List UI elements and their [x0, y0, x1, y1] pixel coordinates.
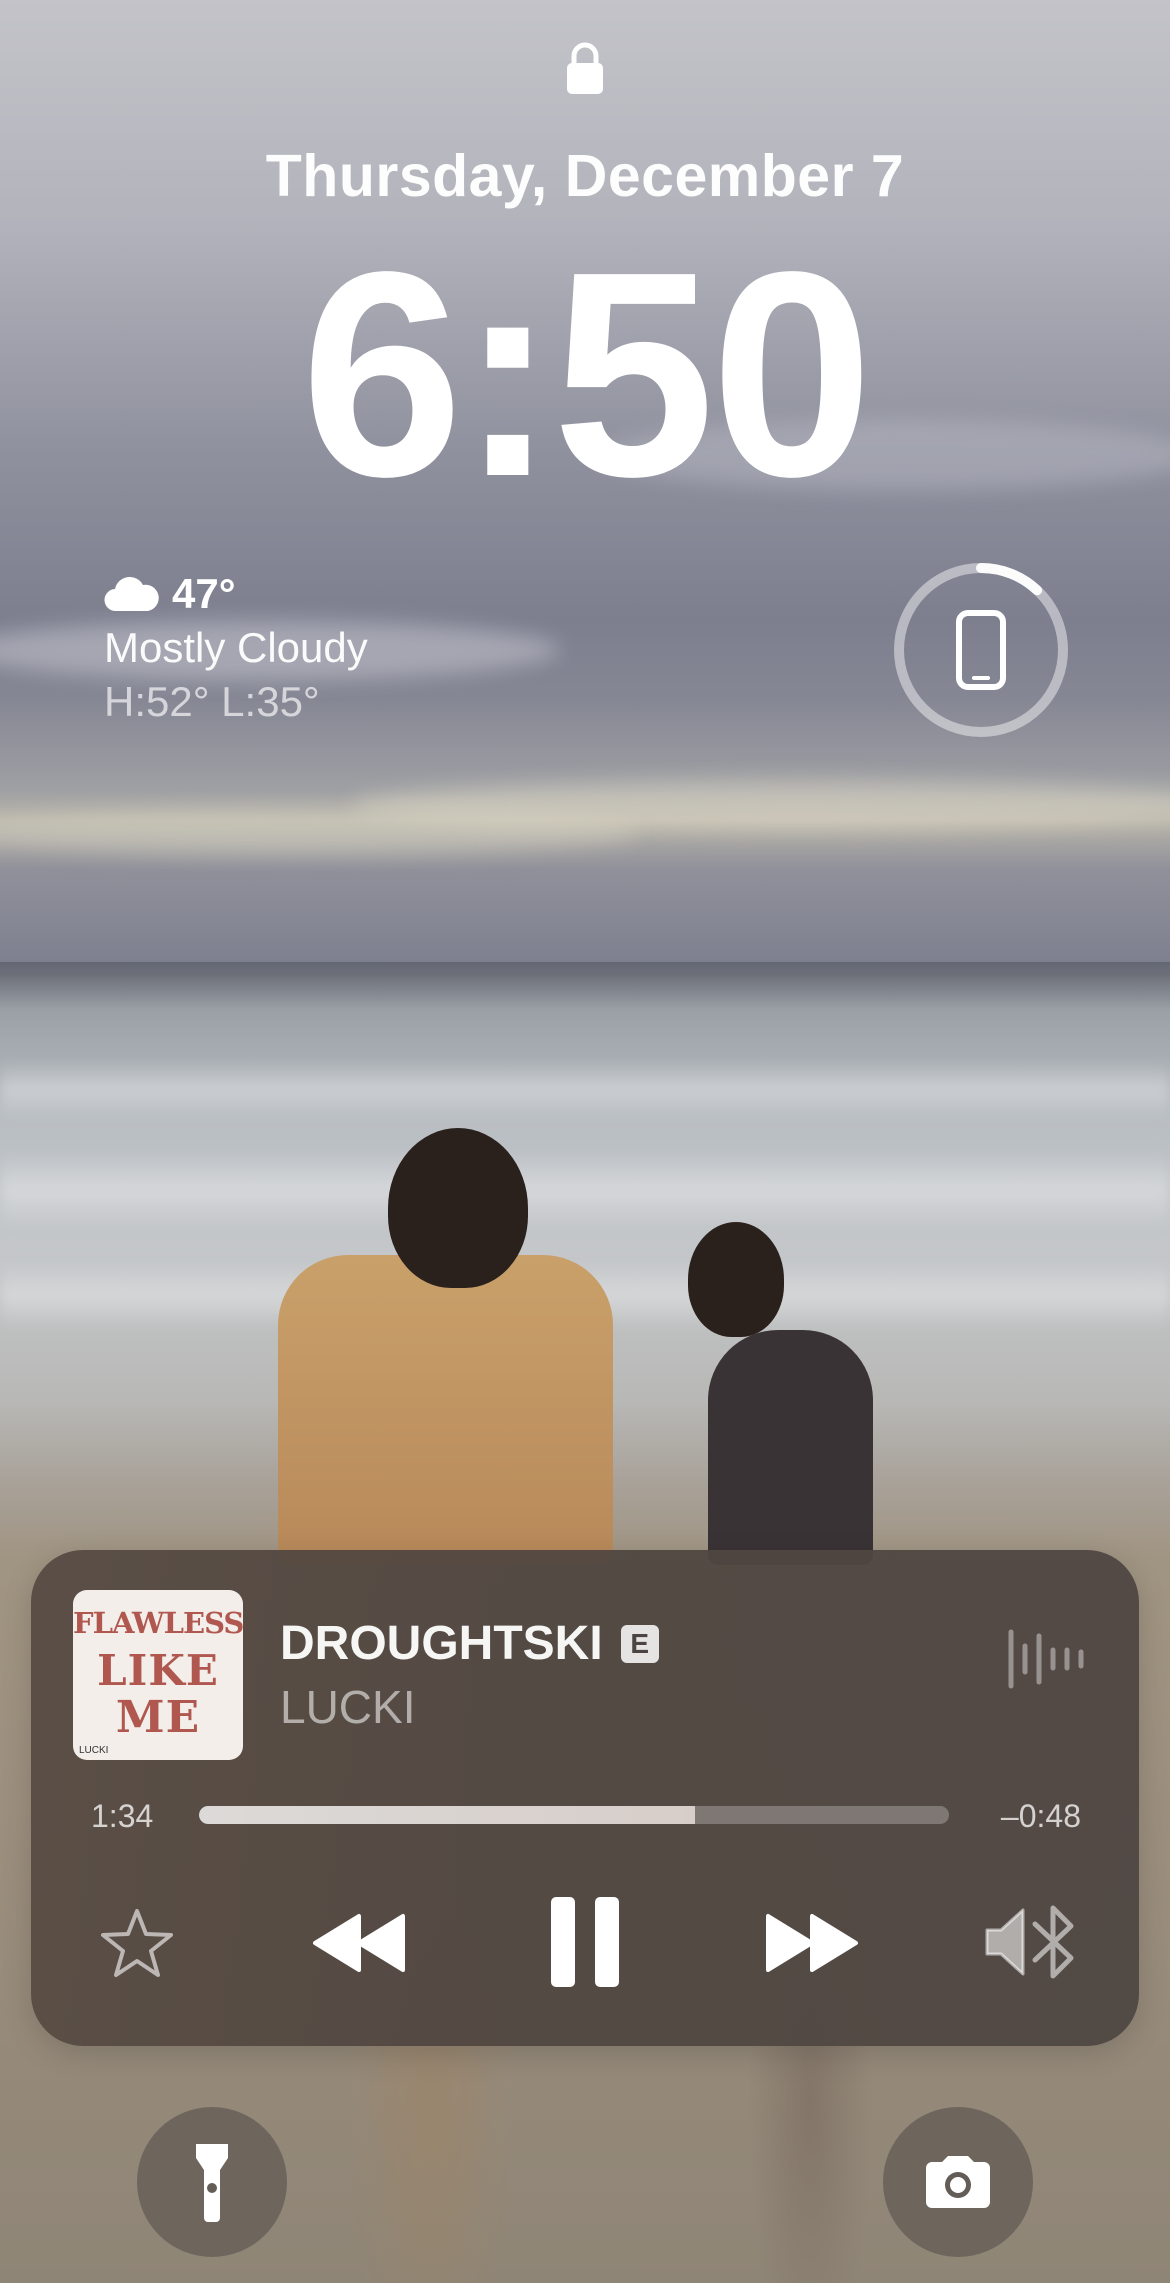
elapsed-time: 1:34: [91, 1798, 154, 1834]
track-artist: LUCKI: [280, 1681, 416, 1733]
lock-icon: [567, 42, 603, 94]
album-art-line1: FLAWLESS: [73, 1606, 243, 1640]
progress-fill: [199, 1806, 696, 1824]
lockscreen-time: 6:50: [300, 211, 873, 537]
album-art-line3: ME: [115, 1692, 201, 1743]
speaker-bluetooth-icon[interactable]: [983, 1902, 1083, 1982]
weather-widget[interactable]: 47° Mostly Cloudy H:52° L:35°: [104, 568, 368, 726]
weather-condition: Mostly Cloudy: [104, 624, 368, 671]
explicit-badge: E: [620, 1624, 659, 1663]
remaining-time: –0:48: [1000, 1798, 1081, 1834]
album-art-line2: LIKE: [97, 1646, 219, 1695]
camera-icon: [926, 2156, 990, 2208]
track-title: DROUGHTSKI: [280, 1617, 603, 1670]
weather-high-low: H:52° L:35°: [104, 678, 320, 725]
waveform-icon[interactable]: [1003, 1624, 1093, 1694]
now-playing-widget: FLAWLESS LIKE ME LUCKI DROUGHTSKI E LUCK…: [31, 1550, 1139, 2046]
track-title-row: DROUGHTSKI E: [280, 1616, 659, 1671]
person-right-body: [708, 1330, 873, 1565]
album-art[interactable]: FLAWLESS LIKE ME LUCKI: [73, 1590, 243, 1760]
cloud-streak: [0, 810, 640, 855]
flashlight-button[interactable]: [137, 2107, 287, 2257]
pause-icon[interactable]: [549, 1895, 621, 1989]
fast-forward-icon[interactable]: [762, 1912, 862, 1974]
battery-charge-arc: [976, 563, 1043, 596]
cloud-icon: [104, 576, 159, 612]
rewind-icon[interactable]: [309, 1912, 409, 1974]
iphone-icon: [956, 610, 1006, 690]
person-left-head: [388, 1128, 528, 1288]
camera-button[interactable]: [883, 2107, 1033, 2257]
wave-foam: [0, 1150, 1170, 1230]
person-left-jacket: [278, 1255, 613, 1565]
lockscreen-date: Thursday, December 7: [265, 143, 905, 209]
star-icon[interactable]: [99, 1907, 175, 1979]
battery-widget[interactable]: [892, 561, 1070, 739]
person-right-head: [688, 1222, 784, 1337]
wave-foam: [0, 1060, 1170, 1120]
weather-temperature: 47°: [172, 570, 236, 617]
flashlight-icon: [196, 2144, 228, 2222]
progress-scrubber[interactable]: [199, 1806, 949, 1824]
album-art-artist-tag: LUCKI: [79, 1745, 109, 1756]
lock-screen: Thursday, December 7 6:50 47° Mostly Clo…: [0, 0, 1170, 2283]
horizon-line: [0, 962, 1170, 976]
